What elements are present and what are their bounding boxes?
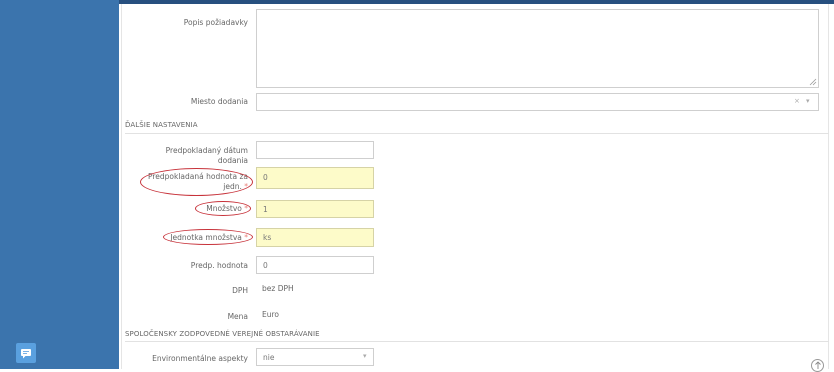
miesto-label: Miesto dodania xyxy=(190,97,248,106)
dph-label: DPH xyxy=(232,286,248,295)
env-label: Environmentálne aspekty xyxy=(152,354,248,363)
dph-value: bez DPH xyxy=(262,284,294,293)
chevron-down-icon[interactable]: ▾ xyxy=(806,97,810,105)
annotation-oval xyxy=(163,229,253,245)
chat-icon xyxy=(21,349,31,359)
jednotka-input[interactable]: ks xyxy=(256,228,374,247)
popis-label: Popis požiadavky xyxy=(183,18,248,27)
predp-hodnota-input[interactable]: 0 xyxy=(256,256,374,274)
mena-value: Euro xyxy=(262,310,279,319)
annotation-oval xyxy=(195,201,251,216)
datum-input[interactable] xyxy=(256,141,374,159)
scroll-top-button[interactable] xyxy=(811,359,824,372)
form-panel: Popis požiadavky Miesto dodania × ▾ ĎALŠ… xyxy=(119,4,834,372)
left-sidebar xyxy=(0,0,119,369)
datum-label: Predpokladaný dátum dodania xyxy=(165,146,248,165)
mnozstvo-value: 1 xyxy=(263,205,268,214)
jednotka-value: ks xyxy=(263,233,272,242)
miesto-select[interactable]: × ▾ xyxy=(256,93,819,111)
hodnota-jedn-input[interactable]: 0 xyxy=(256,167,374,189)
clear-icon[interactable]: × xyxy=(794,97,800,105)
divider xyxy=(125,341,829,342)
env-select[interactable]: nie ▾ xyxy=(256,348,374,366)
predp-hodnota-label: Predp. hodnota xyxy=(190,261,248,270)
annotation-oval xyxy=(140,168,253,196)
mnozstvo-input[interactable]: 1 xyxy=(256,200,374,218)
resize-handle-icon[interactable] xyxy=(809,78,817,86)
popis-textarea[interactable] xyxy=(256,9,819,88)
env-value: nie xyxy=(263,353,275,362)
chevron-down-icon[interactable]: ▾ xyxy=(363,352,367,360)
divider xyxy=(125,133,829,134)
hodnota-jedn-value: 0 xyxy=(263,173,268,182)
section-dalsie-nastavenia: ĎALŠIE NASTAVENIA xyxy=(125,121,198,129)
mena-label: Mena xyxy=(227,312,248,321)
predp-hodnota-value: 0 xyxy=(263,261,268,270)
section-spolocensky: SPOLOČENSKY ZODPOVEDNÉ VEREJNÉ OBSTARÁVA… xyxy=(125,330,320,338)
chat-button[interactable] xyxy=(16,343,36,363)
